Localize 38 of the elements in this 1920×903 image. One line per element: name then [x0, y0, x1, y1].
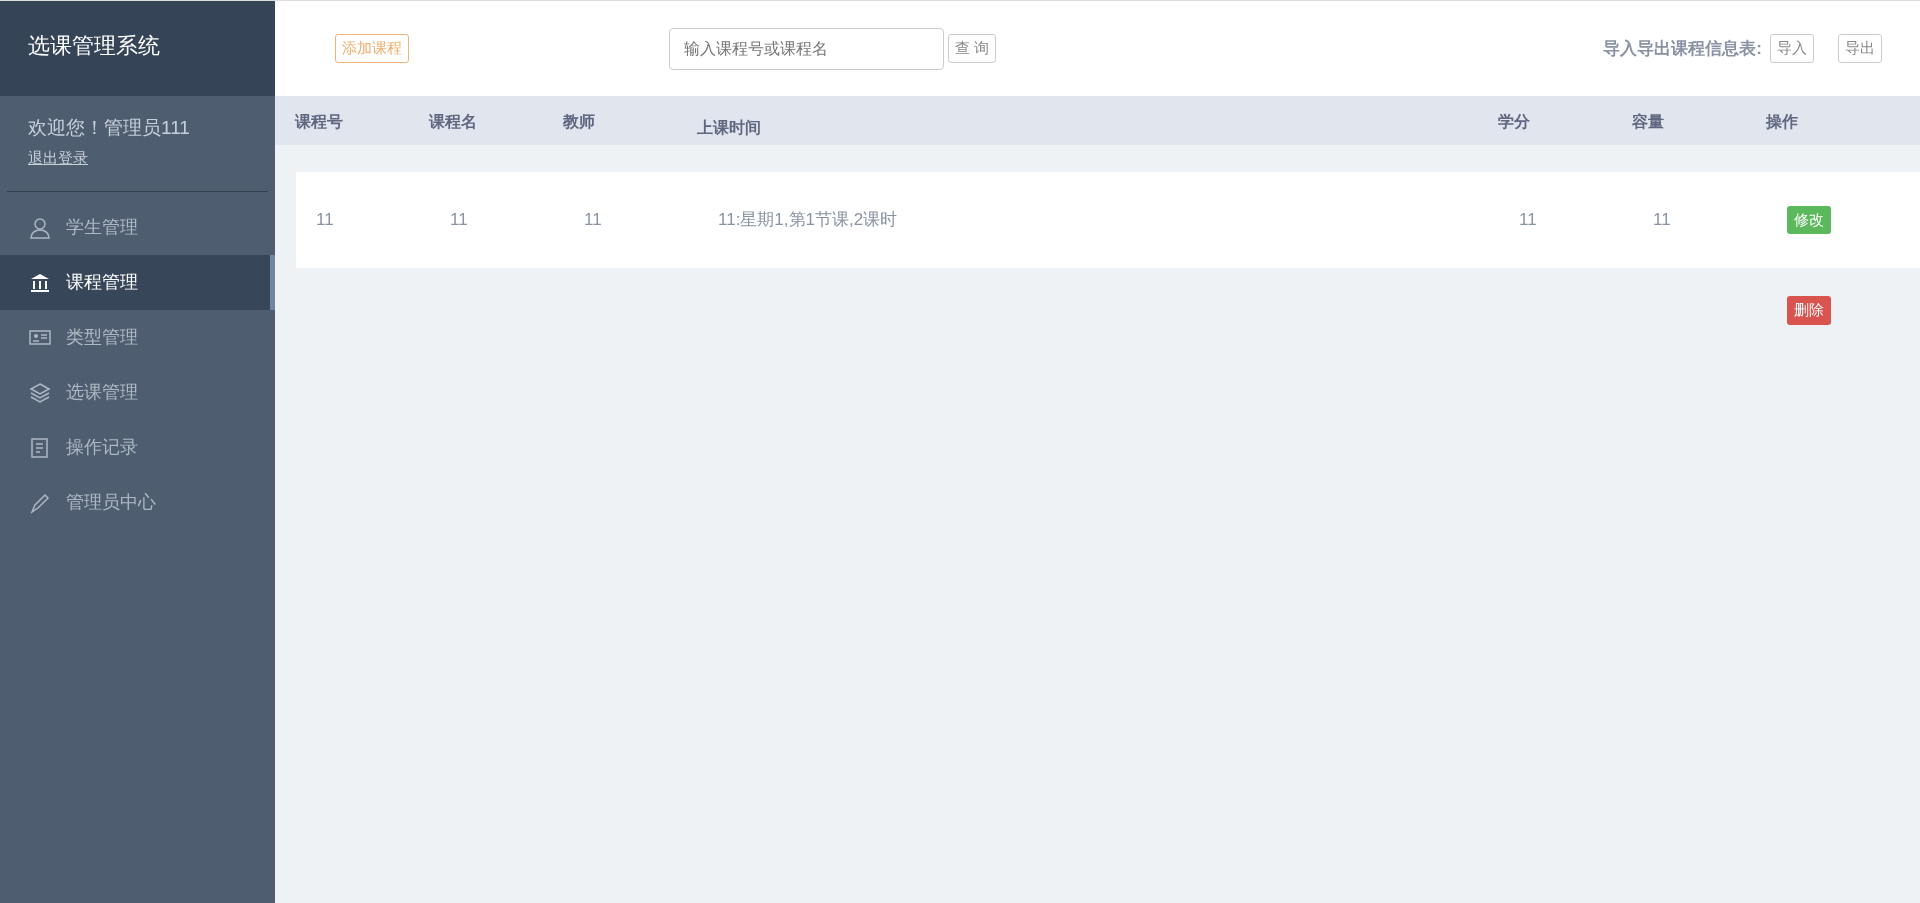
table-cell-text: 11 [584, 209, 603, 232]
menu-item[interactable]: 课程管理 [0, 255, 275, 310]
menu-label: 类型管理 [66, 326, 138, 349]
table-cell-text: 11:星期1,第1节课,2课时 [718, 209, 899, 232]
table-cell-text: 11 [1653, 209, 1672, 232]
menu-label: 课程管理 [66, 271, 138, 294]
menu-item[interactable]: 选课管理 [0, 365, 275, 420]
column-header: 教师 [563, 112, 596, 132]
table-cell-text: 11 [1519, 209, 1538, 232]
delete-button[interactable]: 删除 [1787, 296, 1831, 325]
menu-item[interactable]: 操作记录 [0, 420, 275, 475]
menu-label: 学生管理 [66, 216, 138, 239]
column-header: 课程名 [429, 112, 478, 132]
menu-item[interactable]: 管理员中心 [0, 475, 275, 530]
table-cell-text: 11 [316, 209, 335, 232]
import-export-label: 导入导出课程信息表: [1603, 37, 1762, 60]
table-cell-text: 11 [450, 209, 469, 232]
column-header: 课程号 [295, 112, 344, 132]
menu-label: 操作记录 [66, 436, 138, 459]
logout-link[interactable]: 退出登录 [28, 148, 88, 166]
greeting-text: 欢迎您！管理员111 [28, 116, 191, 140]
menu-item[interactable]: 类型管理 [0, 310, 275, 365]
user-icon [28, 215, 52, 240]
export-button[interactable]: 导出 [1838, 34, 1882, 63]
column-header: 上课时间 [697, 118, 762, 138]
app-title: 选课管理系统 [0, 1, 275, 96]
import-button[interactable]: 导入 [1770, 34, 1814, 63]
search-field[interactable]: 输入课程号或课程名 [669, 27, 944, 70]
menu-label: 管理员中心 [66, 491, 156, 514]
edit-button[interactable]: 修改 [1787, 205, 1831, 235]
menu-label: 选课管理 [66, 381, 138, 404]
column-header: 操作 [1766, 112, 1799, 132]
menu-item[interactable]: 学生管理 [0, 200, 275, 255]
column-header: 容量 [1632, 112, 1665, 132]
add-course-button[interactable]: 添加课程 [335, 34, 409, 63]
column-header: 学分 [1498, 112, 1531, 132]
layers-icon [28, 380, 52, 405]
search-button[interactable]: 查 询 [948, 34, 997, 63]
